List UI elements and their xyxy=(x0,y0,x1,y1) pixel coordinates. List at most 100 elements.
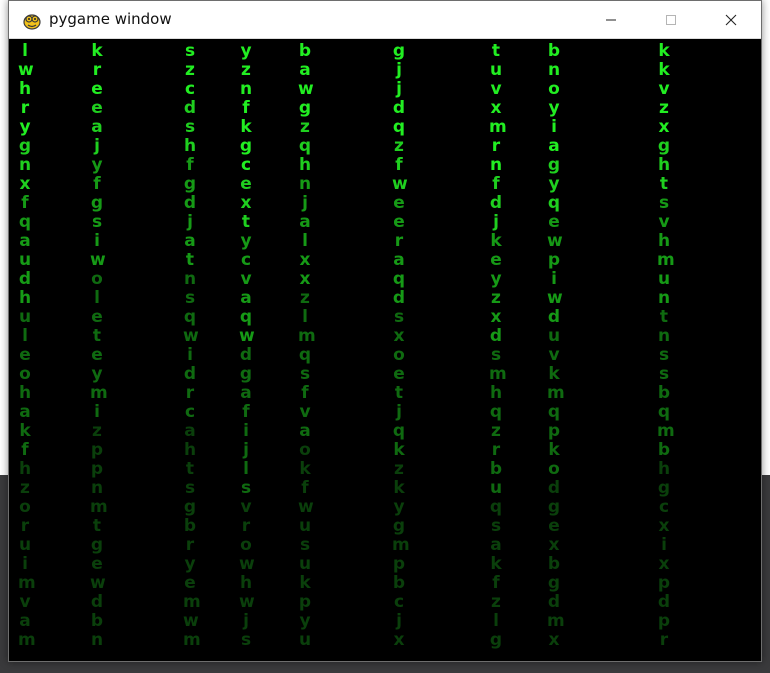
rain-glyph: e xyxy=(393,212,405,232)
title-bar[interactable]: pygame window xyxy=(9,1,761,39)
rain-glyph: x xyxy=(658,117,670,137)
rain-glyph: a xyxy=(299,421,311,441)
rain-glyph: q xyxy=(547,193,561,213)
rain-glyph: j xyxy=(243,611,249,631)
rain-glyph: r xyxy=(491,440,501,460)
rain-glyph: i xyxy=(94,231,100,251)
rain-glyph: m xyxy=(657,250,675,270)
rain-glyph: i xyxy=(551,269,557,289)
rain-glyph: n xyxy=(489,155,503,175)
rain-glyph: d xyxy=(547,307,561,327)
rain-glyph: r xyxy=(92,60,102,80)
rain-glyph: z xyxy=(491,288,501,308)
rain-glyph: s xyxy=(658,193,670,213)
rain-glyph: i xyxy=(94,402,100,422)
rain-glyph: t xyxy=(659,307,669,327)
rain-glyph: g xyxy=(239,136,253,156)
rain-glyph: g xyxy=(547,497,561,517)
rain-glyph: x xyxy=(19,174,31,194)
rain-glyph: s xyxy=(240,478,252,498)
close-icon xyxy=(725,14,737,26)
rain-glyph: g xyxy=(392,41,406,61)
rain-glyph: a xyxy=(299,60,311,80)
rain-glyph: e xyxy=(19,345,31,365)
rain-glyph: g xyxy=(239,364,253,384)
rain-glyph: b xyxy=(547,554,561,574)
rain-glyph: d xyxy=(239,345,253,365)
rain-glyph: k xyxy=(658,41,670,61)
rain-glyph: z xyxy=(491,592,501,612)
rain-glyph: w xyxy=(90,250,106,270)
rain-glyph: c xyxy=(184,402,196,422)
rain-glyph: y xyxy=(19,117,31,137)
rain-glyph: w xyxy=(18,60,34,80)
rain-glyph: p xyxy=(298,592,312,612)
rain-glyph: k xyxy=(490,554,502,574)
rain-glyph: c xyxy=(658,497,670,517)
rain-glyph: o xyxy=(299,440,311,460)
rain-glyph: y xyxy=(548,98,560,118)
rain-glyph: d xyxy=(392,288,406,308)
rain-glyph: w xyxy=(392,174,408,194)
minimize-button[interactable] xyxy=(581,1,641,39)
rain-glyph: y xyxy=(184,554,196,574)
pygame-window[interactable]: pygame window lwhrygnxfqaudhuleohakfhzor… xyxy=(8,0,762,662)
rain-glyph: y xyxy=(548,174,560,194)
rain-glyph: g xyxy=(547,573,561,593)
close-button[interactable] xyxy=(701,1,761,39)
rain-glyph: f xyxy=(21,193,29,213)
rain-glyph: j xyxy=(396,79,402,99)
rain-glyph: g xyxy=(18,136,32,156)
rain-glyph: f xyxy=(21,440,29,460)
rain-glyph: h xyxy=(18,459,32,479)
rain-glyph: k xyxy=(393,440,405,460)
rain-glyph: s xyxy=(240,630,252,650)
rain-glyph: f xyxy=(301,478,309,498)
maximize-button[interactable] xyxy=(641,1,701,39)
rain-glyph: x xyxy=(393,630,405,650)
rain-glyph: v xyxy=(658,212,670,232)
rain-glyph: e xyxy=(548,516,560,536)
rain-glyph: s xyxy=(184,117,196,137)
rain-glyph: s xyxy=(490,516,502,536)
rain-glyph: f xyxy=(242,402,250,422)
rain-glyph: p xyxy=(90,440,104,460)
rain-glyph: v xyxy=(299,402,311,422)
rain-glyph: j xyxy=(94,136,100,156)
rain-glyph: k xyxy=(91,41,103,61)
rain-glyph: u xyxy=(547,326,561,346)
rain-glyph: x xyxy=(299,269,311,289)
rain-glyph: z xyxy=(491,421,501,441)
rain-glyph: g xyxy=(90,193,104,213)
rain-glyph: t xyxy=(394,383,404,403)
rain-glyph: w xyxy=(547,288,563,308)
rain-glyph: r xyxy=(185,535,195,555)
rain-glyph: q xyxy=(392,421,406,441)
rain-glyph: q xyxy=(489,497,503,517)
rain-glyph: d xyxy=(183,193,197,213)
minimize-icon xyxy=(606,19,616,21)
rain-glyph: x xyxy=(548,535,560,555)
rain-glyph: e xyxy=(91,345,103,365)
rain-glyph: g xyxy=(183,174,197,194)
rain-glyph: r xyxy=(241,516,251,536)
rain-glyph: r xyxy=(394,231,404,251)
rain-glyph: c xyxy=(240,250,252,270)
rain-glyph: n xyxy=(90,630,104,650)
rain-glyph: m xyxy=(489,364,507,384)
rain-glyph: d xyxy=(489,193,503,213)
rain-glyph: t xyxy=(241,212,251,232)
rain-glyph: q xyxy=(298,136,312,156)
rain-glyph: w xyxy=(239,592,255,612)
rain-glyph: z xyxy=(92,421,102,441)
rain-glyph: o xyxy=(393,345,405,365)
rain-glyph: b xyxy=(183,516,197,536)
rain-glyph: y xyxy=(240,231,252,251)
rain-glyph: v xyxy=(240,269,252,289)
rain-glyph: q xyxy=(392,117,406,137)
rain-glyph: h xyxy=(657,459,671,479)
rain-glyph: d xyxy=(90,592,104,612)
rain-glyph: d xyxy=(657,592,671,612)
rain-glyph: c xyxy=(393,592,405,612)
rain-glyph: m xyxy=(547,611,565,631)
